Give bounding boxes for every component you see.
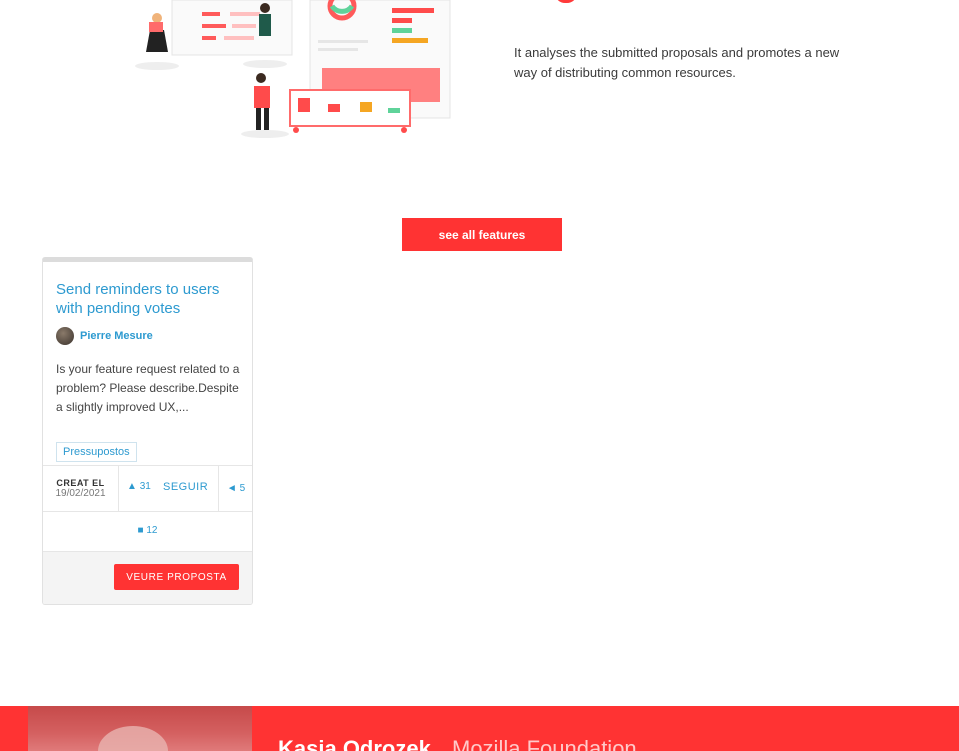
author-avatar — [56, 327, 74, 345]
testimonial-name: Kasia Odrozek — [278, 736, 431, 751]
proposal-excerpt: Is your feature request related to a pro… — [56, 362, 240, 414]
testimonial-banner: Kasia Odrozek Mozilla Foundation — [0, 706, 959, 751]
proposal-card: Send reminders to users with pending vot… — [42, 257, 253, 605]
megaphone-icon: ◄ — [226, 483, 237, 494]
testimonial-face — [98, 726, 168, 751]
created-label: CREAT EL — [56, 478, 105, 488]
testimonial-organization: Mozilla Foundation — [452, 736, 637, 751]
created-info: CREAT EL 19/02/2021 — [43, 466, 119, 511]
proposal-title[interactable]: Send reminders to users with pending vot… — [56, 280, 241, 318]
proposal-stats-row: CREAT EL 19/02/2021 ▲ 31 SEGUIR ◄ 5 — [43, 465, 252, 512]
view-proposal-button[interactable]: VEURE PROPOSTA — [114, 564, 239, 590]
bell-icon: ▲ — [127, 481, 137, 492]
feature-description: It analyses the submitted proposals and … — [514, 45, 840, 80]
supports-count: ▲ 31 — [127, 481, 151, 492]
shares-number: 5 — [239, 483, 246, 494]
comment-icon: ■ — [137, 525, 144, 536]
see-all-features-button[interactable]: see all features — [402, 218, 562, 251]
supports-number: 31 — [139, 481, 151, 492]
created-date: 19/02/2021 — [55, 488, 106, 499]
proposal-author[interactable]: Pierre Mesure — [56, 326, 153, 346]
heading-fragment — [555, 0, 577, 3]
author-name: Pierre Mesure — [80, 330, 153, 342]
feature-illustration — [135, 0, 451, 138]
comments-number: 12 — [146, 525, 158, 536]
comments-count[interactable]: ■ 12 — [43, 511, 252, 551]
testimonial-photo — [28, 706, 252, 751]
follow-button[interactable]: SEGUIR — [163, 481, 208, 493]
shares-count[interactable]: ◄ 5 — [218, 466, 252, 511]
proposal-tag[interactable]: Pressupostos — [56, 442, 137, 462]
proposal-card-footer: VEURE PROPOSTA — [43, 551, 252, 604]
